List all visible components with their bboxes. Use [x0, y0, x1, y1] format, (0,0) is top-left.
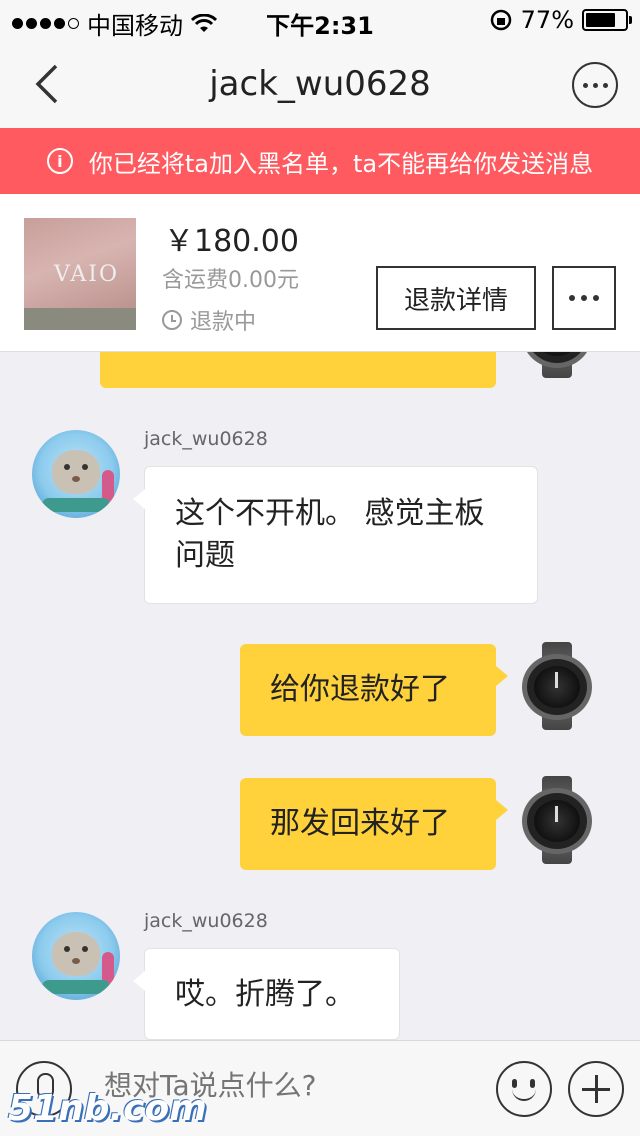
- product-more-button[interactable]: [552, 266, 616, 330]
- nav-bar: jack_wu0628: [0, 40, 640, 128]
- message-username: jack_wu0628: [144, 910, 268, 932]
- shipping-fee: 含运费0.00元: [162, 268, 299, 293]
- emoji-icon[interactable]: [496, 1061, 552, 1117]
- message-bubble[interactable]: 给你退款好了: [240, 644, 508, 736]
- contact-avatar[interactable]: [32, 430, 120, 518]
- contact-avatar[interactable]: [32, 912, 120, 1000]
- battery-fill: [586, 13, 616, 27]
- product-price: ￥180.00: [164, 224, 299, 259]
- blacklist-banner: i 你已经将ta加入黑名单，ta不能再给你发送消息: [0, 128, 640, 194]
- refund-status: 退款中: [162, 304, 256, 336]
- battery-icon: [582, 9, 632, 31]
- user-avatar[interactable]: [518, 642, 596, 730]
- message-text-line: 这个不开机。 感觉主板: [175, 496, 485, 531]
- message-username: jack_wu0628: [144, 428, 268, 450]
- refund-details-button[interactable]: 退款详情: [376, 266, 536, 330]
- message-bubble[interactable]: 哎。折腾了。: [133, 948, 400, 1040]
- thumbnail-logo: VAIO: [54, 262, 120, 287]
- message-text: 那发回来好了: [270, 806, 450, 841]
- info-icon: i: [46, 148, 73, 174]
- plus-icon[interactable]: [568, 1061, 624, 1117]
- watermark: 51nb.com: [8, 1088, 207, 1129]
- rotation-lock-icon: [490, 9, 511, 31]
- chat-area[interactable]: jack_wu0628 这个不开机。 感觉主板 问题 给你退款好了 那发回来好了…: [0, 290, 640, 1040]
- product-thumbnail[interactable]: VAIO: [24, 218, 136, 330]
- page-title: jack_wu0628: [209, 64, 431, 104]
- message-bubble[interactable]: 这个不开机。 感觉主板 问题: [133, 466, 538, 604]
- message-bubble[interactable]: 那发回来好了: [240, 778, 508, 870]
- more-circle-icon[interactable]: [572, 62, 618, 108]
- user-avatar[interactable]: [518, 776, 596, 864]
- clock-icon: [162, 310, 182, 330]
- message-text-line: 问题: [175, 538, 235, 573]
- status-bar: 中国移动 下午2:31 77%: [0, 0, 640, 40]
- banner-text: 你已经将ta加入黑名单，ta不能再给你发送消息: [88, 149, 594, 178]
- product-card: VAIO ￥180.00 含运费0.00元 退款中 退款详情: [0, 194, 640, 352]
- message-text: 哎。折腾了。: [175, 977, 355, 1012]
- refund-status-label: 退款中: [190, 310, 257, 335]
- status-right: 77%: [489, 6, 632, 34]
- battery-percent: 77%: [520, 6, 574, 34]
- message-text: 给你退款好了: [270, 672, 450, 707]
